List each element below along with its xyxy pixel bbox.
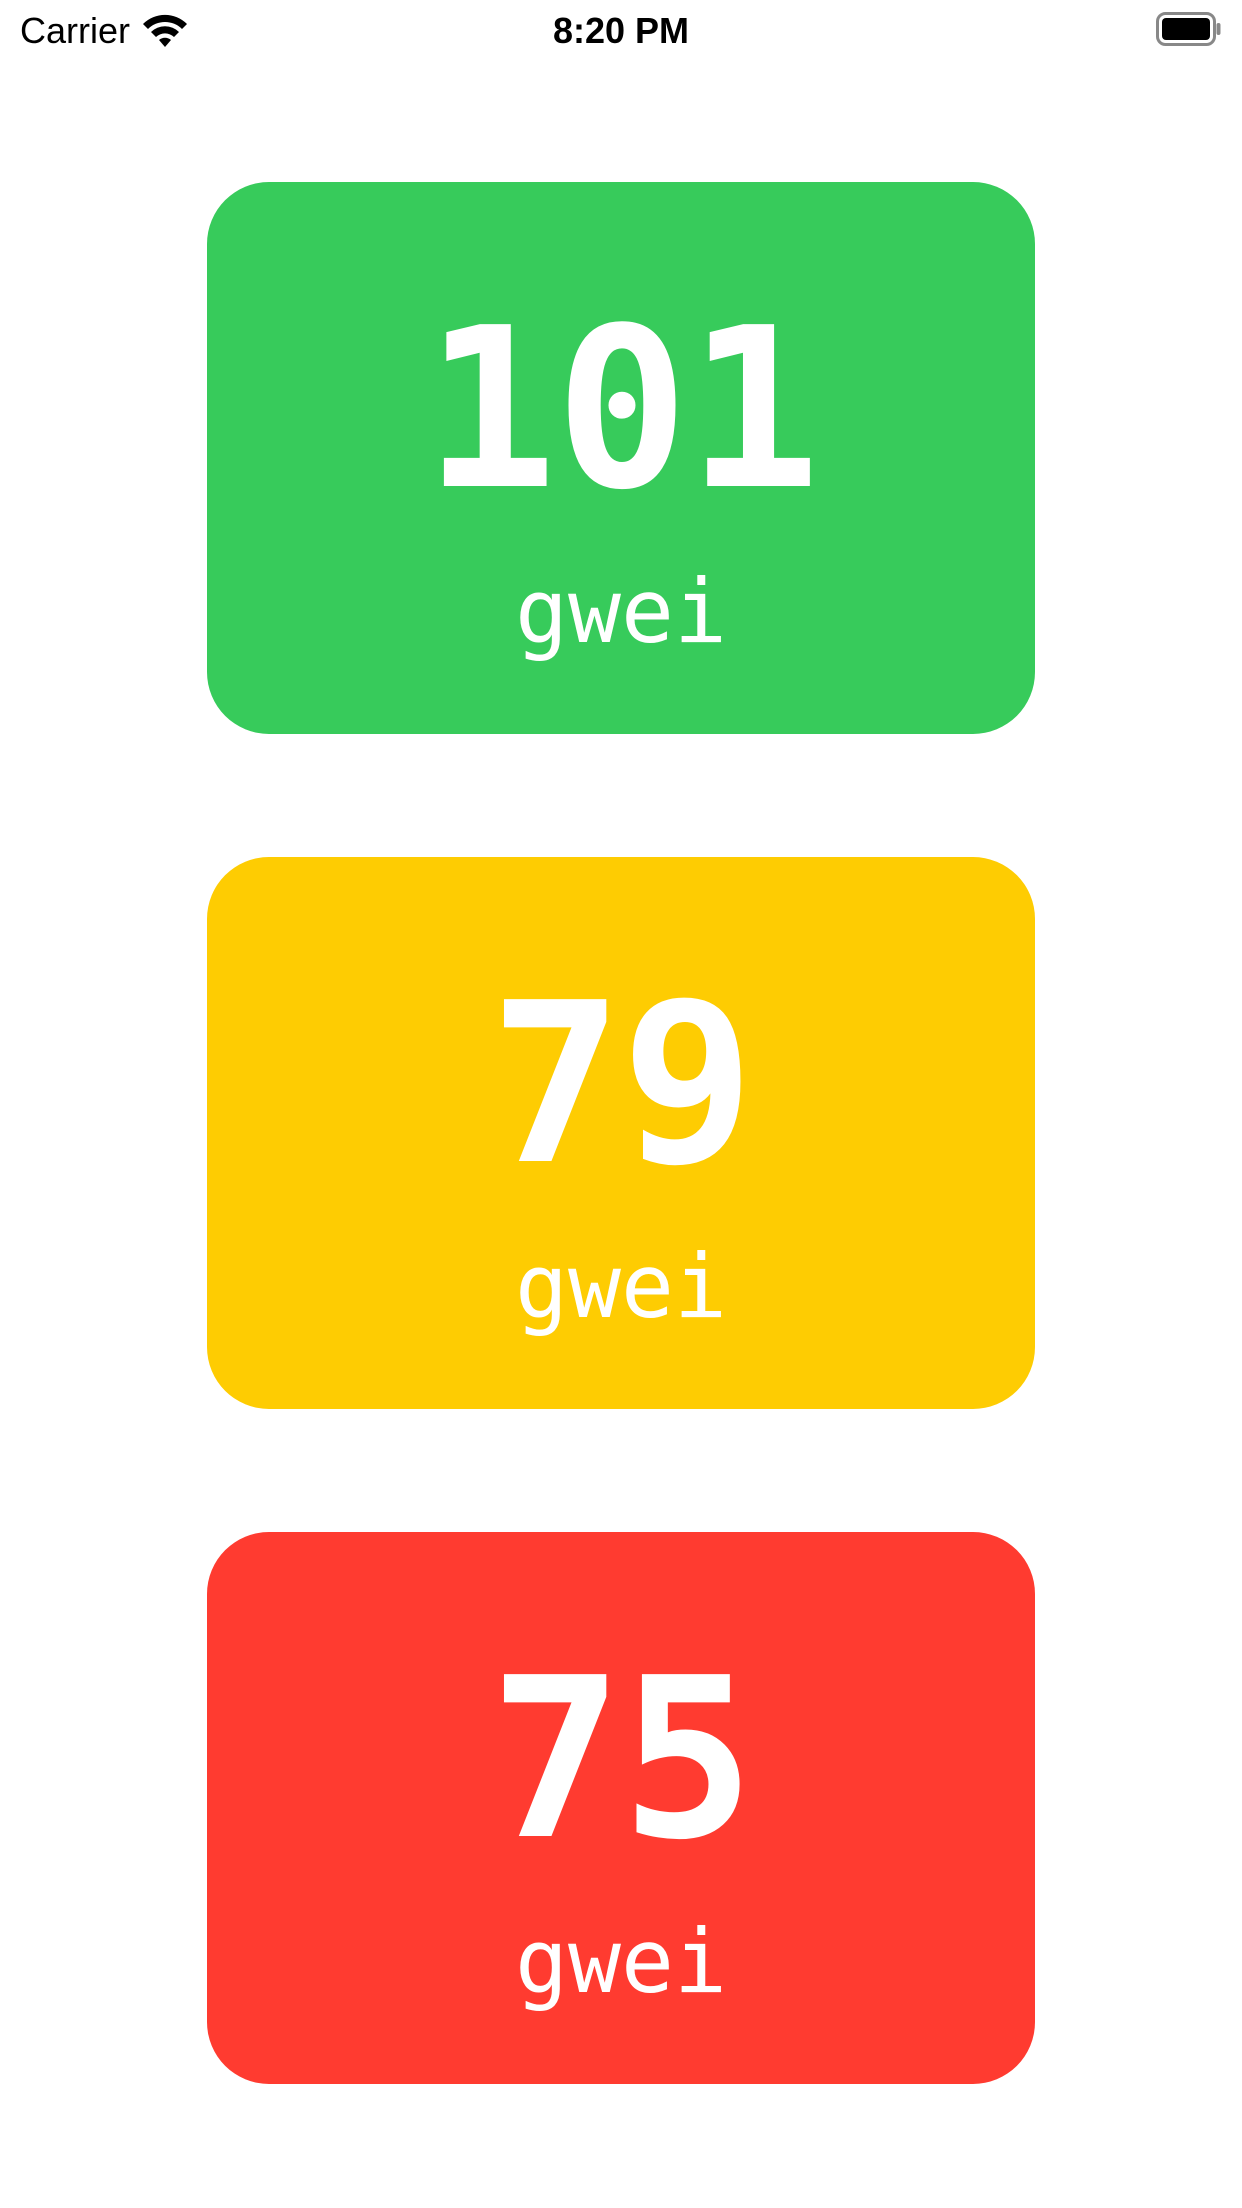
status-bar: Carrier 8:20 PM <box>0 0 1242 60</box>
gas-price-unit: gwei <box>515 560 727 663</box>
gas-price-unit: gwei <box>515 1910 727 2013</box>
gas-price-value: 101 <box>423 281 821 539</box>
gas-price-value: 79 <box>489 956 754 1214</box>
gas-price-value: 75 <box>489 1631 754 1889</box>
gas-price-card-slow[interactable]: 75 gwei <box>207 1532 1035 2084</box>
clock: 8:20 PM <box>552 10 690 51</box>
battery-icon <box>1156 12 1221 46</box>
gas-price-card-fast[interactable]: 101 gwei <box>207 182 1035 734</box>
gas-price-unit: gwei <box>515 1235 727 1338</box>
gas-price-card-standard[interactable]: 79 gwei <box>207 857 1035 1409</box>
